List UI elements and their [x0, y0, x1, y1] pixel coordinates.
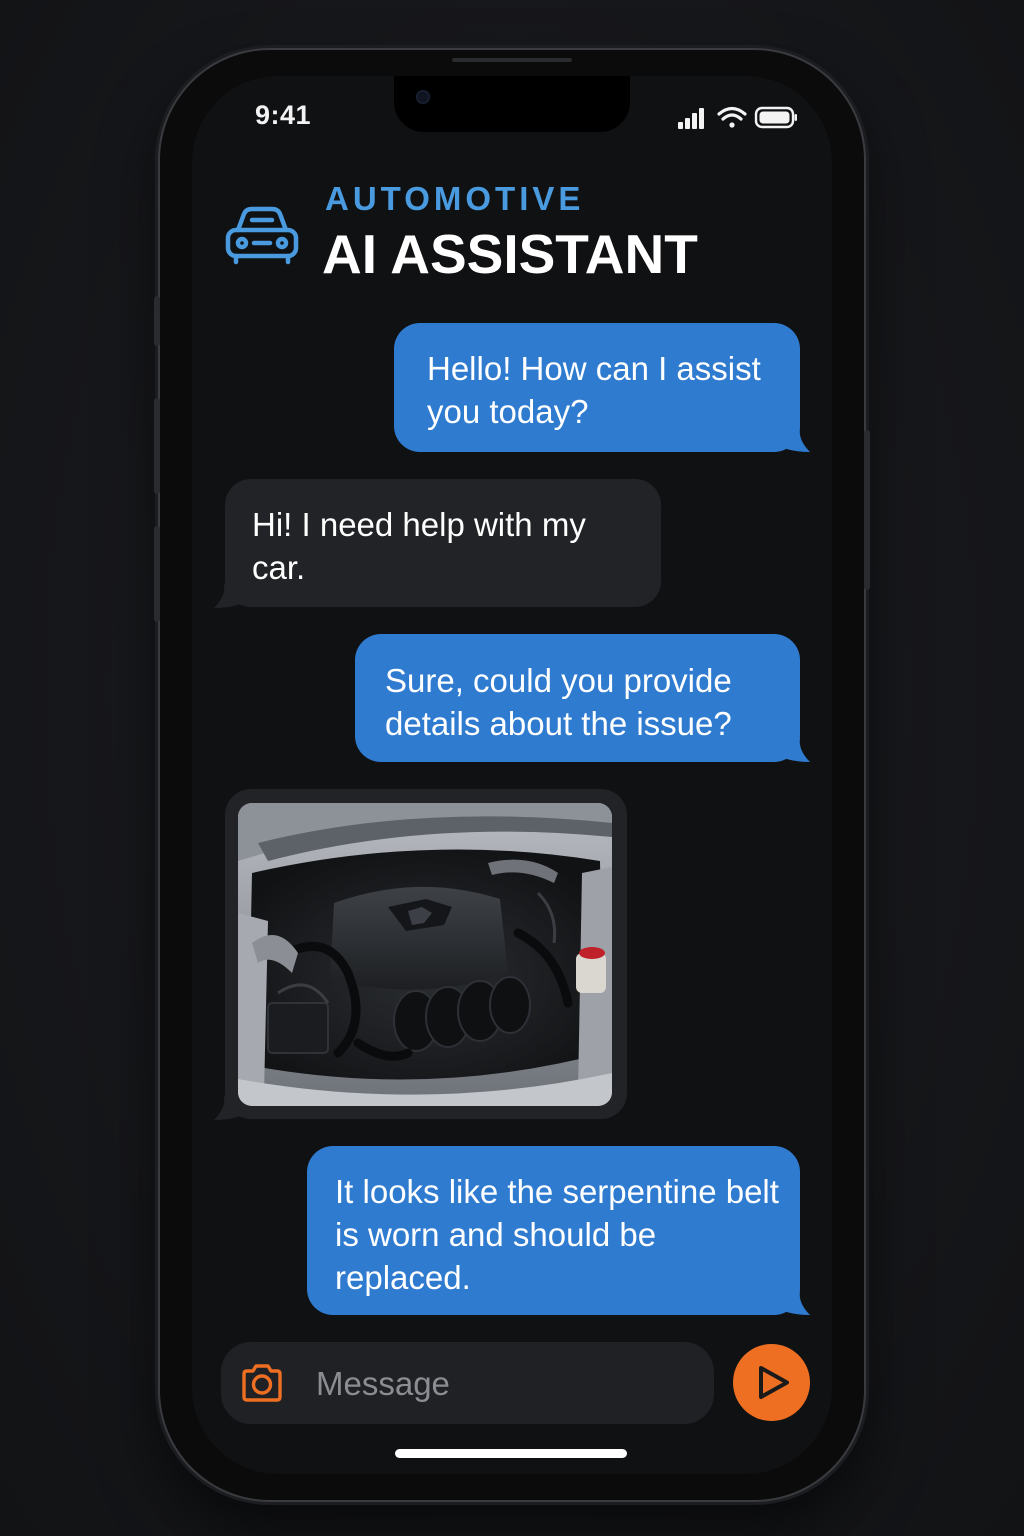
volume-down-button — [154, 526, 160, 622]
cellular-signal-icon — [678, 108, 704, 129]
message-text: Sure, could you provide details about th… — [385, 662, 732, 742]
bubble-tail — [772, 428, 810, 452]
header-kicker: AUTOMOTIVE — [325, 180, 585, 217]
message-text: Hi! I need help with my car. — [252, 506, 586, 586]
camera-icon[interactable] — [240, 1362, 284, 1404]
bubble-tail — [214, 584, 252, 608]
message-bubble-outgoing: Sure, could you provide details about th… — [355, 634, 800, 762]
notch — [394, 76, 630, 132]
volume-up-button — [154, 398, 160, 494]
earpiece — [452, 58, 572, 62]
header-title: AI ASSISTANT — [322, 223, 698, 285]
status-icons — [678, 106, 797, 129]
send-button[interactable] — [733, 1344, 810, 1421]
silent-switch — [154, 296, 160, 346]
bubble-tail — [772, 1291, 810, 1315]
bubble-tail — [772, 738, 810, 762]
power-button — [864, 430, 870, 590]
message-input[interactable] — [316, 1362, 696, 1406]
message-bubble-incoming: Hi! I need help with my car. — [225, 479, 661, 607]
engine-bay-photo[interactable] — [238, 803, 612, 1106]
status-time: 9:41 — [255, 100, 312, 130]
message-text: Hello! How can I assist you today? — [427, 350, 761, 430]
wifi-icon — [717, 106, 747, 128]
home-indicator[interactable] — [395, 1449, 627, 1458]
message-text: It looks like the serpentine belt is wor… — [335, 1173, 779, 1296]
send-icon — [759, 1366, 789, 1399]
battery-icon — [754, 106, 797, 129]
message-bubble-outgoing: It looks like the serpentine belt is wor… — [307, 1146, 800, 1315]
message-bubble-outgoing: Hello! How can I assist you today? — [394, 323, 800, 452]
car-icon — [225, 206, 299, 265]
front-camera — [416, 90, 430, 104]
